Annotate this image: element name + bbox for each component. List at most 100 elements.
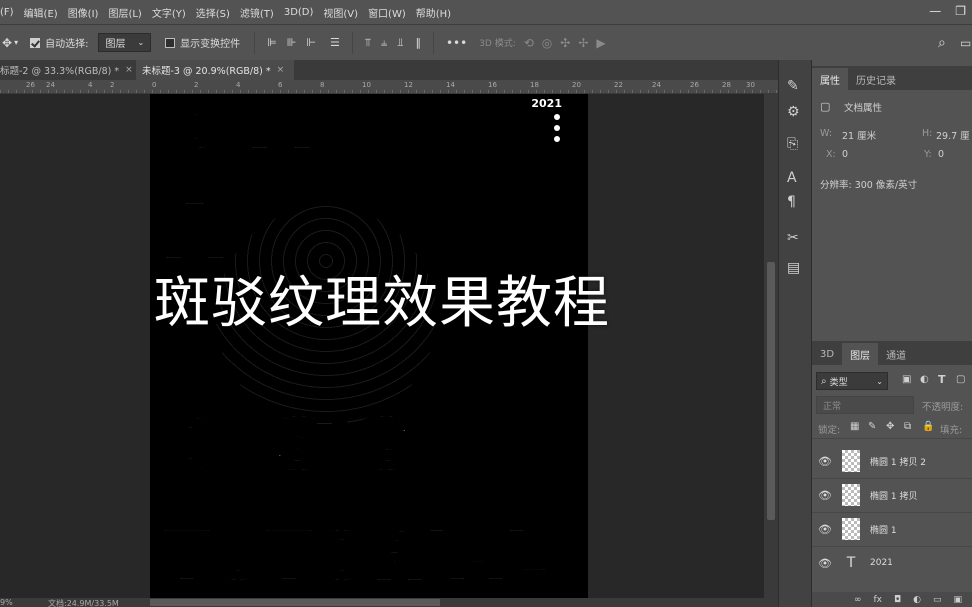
3d-pan-icon[interactable]: ✣: [560, 36, 570, 50]
filter-image-icon[interactable]: ▣: [902, 374, 911, 385]
lock-artboard-icon[interactable]: ⧉: [904, 421, 911, 432]
filter-label: 类型: [829, 377, 848, 388]
menu-3d[interactable]: 3D(D): [284, 7, 314, 18]
eye-icon[interactable]: 👁: [812, 455, 838, 468]
show-transform-checkbox[interactable]: [165, 37, 176, 48]
close-icon[interactable]: ×: [125, 65, 133, 75]
3d-scale-icon[interactable]: ▶: [596, 36, 605, 50]
ruler-number: 18: [530, 81, 539, 89]
eye-icon[interactable]: 👁: [812, 489, 838, 502]
restore-icon[interactable]: ❐: [955, 4, 966, 18]
character-icon[interactable]: A: [787, 170, 797, 186]
align-top-icon[interactable]: ⫪: [365, 36, 371, 50]
document-canvas[interactable]: B ALL A DESIGN TUTORIAL 2021: [150, 94, 588, 598]
menu-layer[interactable]: 图层(L): [108, 5, 141, 20]
menu-edit[interactable]: 编辑(E): [24, 5, 58, 20]
new-layer-icon[interactable]: ▣: [954, 595, 963, 605]
menu-file[interactable]: (F): [0, 7, 14, 18]
3d-roll-icon[interactable]: ◎: [542, 36, 552, 50]
poster-line-4: TUTORIAL: [164, 518, 549, 595]
eye-icon[interactable]: 👁: [812, 557, 838, 570]
w-value[interactable]: 21 厘米: [842, 128, 876, 142]
auto-select-checkbox[interactable]: [30, 37, 41, 48]
layer-row[interactable]: 👁 椭圆 1 拷贝: [812, 478, 972, 512]
align-middle-icon[interactable]: ⫨: [381, 36, 387, 50]
scroll-thumb[interactable]: [767, 262, 775, 520]
layer-row[interactable]: 👁 椭圆 1 拷贝 2: [812, 444, 972, 478]
workspace-icon[interactable]: ▭: [960, 36, 971, 50]
adjustment-layer-icon[interactable]: ◐: [913, 595, 921, 605]
minimize-icon[interactable]: —: [929, 4, 941, 18]
fx-icon[interactable]: fx: [874, 595, 883, 605]
menu-view[interactable]: 视图(V): [323, 5, 358, 20]
lock-paint-icon[interactable]: ✎: [868, 421, 876, 432]
right-panel: 属性 历史记录 ▢ 文档属性 W: 21 厘米 H: 29.7 厘 X: 0 Y…: [812, 60, 972, 607]
align-right-icon[interactable]: ⊩: [306, 36, 316, 49]
lock-position-icon[interactable]: ✥: [886, 421, 894, 432]
tab-channels[interactable]: 通道: [878, 343, 914, 365]
layer-name[interactable]: 椭圆 1 拷贝 2: [870, 455, 926, 468]
paragraph-icon[interactable]: ¶: [787, 194, 796, 210]
tab-3d[interactable]: 3D: [812, 343, 842, 365]
more-options-icon[interactable]: •••: [446, 36, 467, 50]
3d-orbit-icon[interactable]: ⟲: [524, 36, 534, 50]
lock-all-icon[interactable]: 🔒: [922, 421, 934, 432]
layer-row[interactable]: 👁 T 2021: [812, 546, 972, 580]
menu-type[interactable]: 文字(Y): [152, 5, 186, 20]
tab-history[interactable]: 历史记录: [848, 68, 904, 90]
x-value[interactable]: 0: [842, 149, 848, 160]
filter-adjust-icon[interactable]: ◐: [920, 374, 929, 385]
menu-image[interactable]: 图像(I): [68, 5, 99, 20]
ruler-number: 14: [446, 81, 455, 89]
y-value[interactable]: 0: [938, 149, 944, 160]
filter-shape-icon[interactable]: ▢: [956, 374, 965, 385]
poster-line-1: B ALL: [166, 94, 410, 166]
layer-filter-dropdown[interactable]: ⌕ 类型 ⌄: [816, 372, 888, 390]
h-value[interactable]: 29.7 厘: [936, 128, 970, 142]
menu-select[interactable]: 选择(S): [196, 5, 230, 20]
layer-name[interactable]: 椭圆 1 拷贝: [870, 489, 917, 502]
align-left-icon[interactable]: ⊫: [267, 36, 277, 49]
adjustments-icon[interactable]: ⚙: [787, 104, 800, 120]
3d-slide-icon[interactable]: ✢: [578, 36, 588, 50]
chevron-down-icon[interactable]: ▾: [14, 38, 18, 47]
ruler-number: 8: [320, 81, 325, 89]
auto-select-dropdown[interactable]: 图层 ⌄: [98, 33, 152, 52]
filter-type-icon[interactable]: T: [938, 373, 946, 386]
menu-window[interactable]: 窗口(W): [368, 5, 406, 20]
distribute-icon[interactable]: ☰: [330, 36, 340, 49]
ruler-number: 2: [194, 81, 199, 89]
menu-filter[interactable]: 滤镜(T): [240, 5, 274, 20]
menu-help[interactable]: 帮助(H): [416, 5, 451, 20]
close-icon[interactable]: ×: [277, 65, 285, 75]
lock-pixels-icon[interactable]: ▦: [850, 421, 859, 432]
layer-row[interactable]: 👁 椭圆 1: [812, 512, 972, 546]
horizontal-ruler[interactable]: 26 24 4 2 0 2 4 6 8 10 12 14 16 18 20 22…: [0, 80, 778, 94]
blend-mode-dropdown[interactable]: 正常: [816, 396, 914, 414]
link-layers-icon[interactable]: ∞: [854, 595, 862, 605]
group-icon[interactable]: ▭: [933, 595, 942, 605]
tab-document-2[interactable]: 标题-2 @ 33.3%(RGB/8) * ×: [0, 60, 136, 80]
tab-layers[interactable]: 图层: [842, 343, 879, 365]
mask-icon[interactable]: ◘: [894, 595, 901, 605]
layer-name[interactable]: 2021: [870, 558, 893, 568]
zoom-level[interactable]: 9%: [0, 598, 13, 607]
clone-source-icon[interactable]: ⎘: [787, 136, 798, 152]
vertical-scrollbar[interactable]: [764, 94, 778, 598]
tools-icon[interactable]: ✂: [787, 230, 799, 246]
tab-document-3[interactable]: 未标题-3 @ 20.9%(RGB/8) * ×: [136, 60, 294, 80]
libraries-icon[interactable]: ▤: [787, 260, 800, 276]
ruler-number: 12: [404, 81, 413, 89]
ruler-number: 4: [88, 81, 93, 89]
brush-settings-icon[interactable]: ✎: [787, 78, 799, 94]
move-tool-icon[interactable]: ✥: [2, 36, 12, 50]
eye-icon[interactable]: 👁: [812, 523, 838, 536]
distribute-vertical-icon[interactable]: ‖: [415, 36, 421, 49]
align-bottom-icon[interactable]: ⫫: [397, 36, 403, 50]
align-center-icon[interactable]: ⊪: [287, 36, 297, 49]
layer-name[interactable]: 椭圆 1: [870, 523, 897, 536]
resolution: 分辨率: 300 像素/英寸: [820, 180, 918, 191]
search-icon[interactable]: ⌕: [938, 35, 946, 51]
doc-size[interactable]: 文档:24.9M/33.5M: [48, 598, 119, 607]
tab-properties[interactable]: 属性: [812, 68, 848, 90]
